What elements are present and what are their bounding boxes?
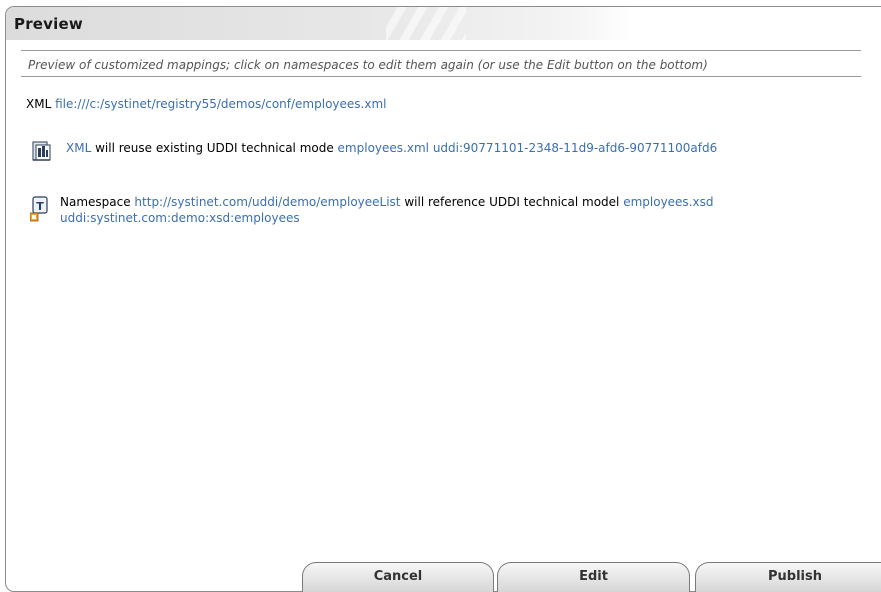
tmodel-key-link[interactable]: uddi:systinet.com:demo:xsd:employees xyxy=(60,211,300,225)
mapping-description: will reference UDDI technical model xyxy=(400,195,624,209)
xsd-namespace-icon: T xyxy=(29,196,50,225)
tmodel-name-link[interactable]: employees.xsd xyxy=(623,195,713,209)
subtitle-divider xyxy=(21,76,861,77)
tmodel-key-link[interactable]: uddi:90771101-2348-11d9-afd6-90771100afd… xyxy=(433,141,717,155)
panel-title: Preview xyxy=(14,15,83,33)
cancel-button[interactable]: Cancel xyxy=(302,562,494,592)
header-divider xyxy=(21,50,861,51)
namespace-link[interactable]: http://systinet.com/uddi/demo/employeeLi… xyxy=(134,195,400,209)
panel-subtitle: Preview of customized mappings; click on… xyxy=(28,58,708,72)
mapping-description: will reuse existing UDDI technical mode xyxy=(91,141,338,155)
xml-source-line: XML file:///c:/systinet/registry55/demos… xyxy=(26,97,386,111)
xml-namespace-link[interactable]: XML xyxy=(66,141,91,155)
namespace-label: Namespace xyxy=(60,195,135,209)
mapping-row-namespace-text: Namespace http://systinet.com/uddi/demo/… xyxy=(60,194,713,226)
panel-header: Preview xyxy=(6,7,881,40)
edit-button[interactable]: Edit xyxy=(497,562,690,592)
xml-label: XML xyxy=(26,97,52,111)
preview-panel: Preview xyxy=(5,6,881,592)
xml-file-link[interactable]: file:///c:/systinet/registry55/demos/con… xyxy=(55,97,386,111)
mapping-row-xml-text: XML will reuse existing UDDI technical m… xyxy=(66,141,717,155)
xml-document-icon xyxy=(30,140,52,165)
tmodel-name-link[interactable]: employees.xml xyxy=(338,141,429,155)
publish-button[interactable]: Publish xyxy=(695,562,881,592)
svg-text:T: T xyxy=(36,200,44,213)
